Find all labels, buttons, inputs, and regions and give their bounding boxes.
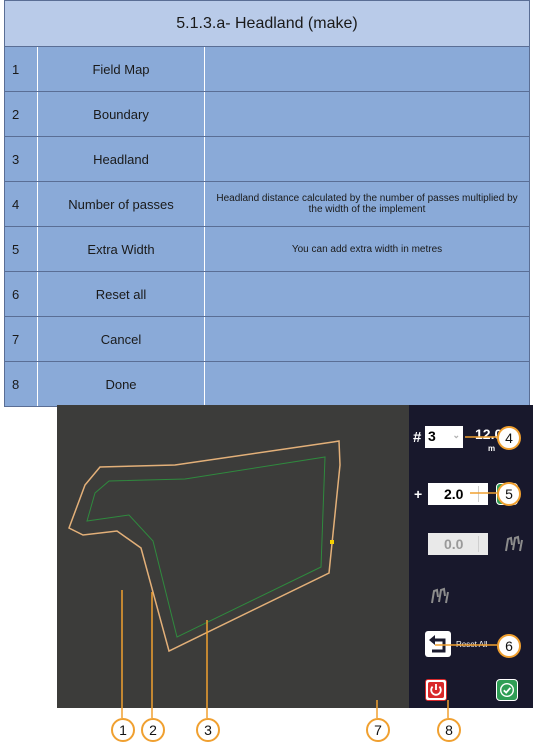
secondary-width-value: 0.0 [444,536,464,552]
callout-5: 5 [497,482,521,506]
table-title: 5.1.3.a- Headland (make) [4,0,530,47]
headland-control-panel: # 3 ⌄ 12.00 m + 2.0 0.0 Reset All [409,405,533,708]
passes-symbol: # [413,429,422,446]
row-description [204,46,530,92]
callout-4: 4 [497,426,521,450]
headland-screen: # 3 ⌄ 12.00 m + 2.0 0.0 Reset All [57,405,533,708]
row-name: Extra Width [37,226,205,272]
row-number: 2 [4,91,38,137]
callout-2: 2 [141,718,165,742]
row-number: 3 [4,136,38,182]
table-row: 5 Extra Width You can add extra width in… [4,226,530,272]
row-name: Cancel [37,316,205,362]
row-name: Headland [37,136,205,182]
callout-6: 6 [497,634,521,658]
field-map[interactable] [57,405,409,708]
row-description [204,361,530,407]
check-icon [500,683,514,697]
row-name: Boundary [37,91,205,137]
undo-icon [429,635,446,653]
table-row: 3 Headland [4,136,530,182]
reset-all-button[interactable] [425,631,451,657]
row-description [204,271,530,317]
distance-unit: m [488,444,496,453]
cancel-button[interactable] [425,679,447,701]
row-description [204,91,530,137]
callout-8: 8 [437,718,461,742]
row-number: 5 [4,226,38,272]
row-name: Reset all [37,271,205,317]
table-row: 4 Number of passes Headland distance cal… [4,181,530,227]
table-row: 1 Field Map [4,46,530,92]
table-row: 8 Done [4,361,530,407]
row-number: 8 [4,361,38,407]
secondary-width-input[interactable]: 0.0 [428,533,488,555]
callout-7: 7 [366,718,390,742]
boundary-line [68,440,341,653]
row-description [204,316,530,362]
chevron-down-icon: ⌄ [452,430,460,440]
power-icon [428,682,444,698]
row-description: Headland distance calculated by the numb… [204,181,530,227]
headland-line [86,456,326,638]
table-row: 6 Reset all [4,271,530,317]
stepper[interactable] [478,486,483,502]
row-description [204,136,530,182]
row-number: 1 [4,46,38,92]
row-name: Field Map [37,46,205,92]
extra-width-symbol: + [414,486,423,502]
headland-reference-table: 5.1.3.a- Headland (make) 1 Field Map 2 B… [4,0,530,407]
row-description: You can add extra width in metres [204,226,530,272]
row-name: Done [37,361,205,407]
callout-3: 3 [196,718,220,742]
hands-icon[interactable] [503,533,525,555]
passes-value: 3 [428,428,436,444]
hands-icon[interactable] [429,585,451,607]
reset-all-label: Reset All [456,640,488,649]
callout-1: 1 [111,718,135,742]
row-number: 4 [4,181,38,227]
done-button[interactable] [496,679,518,701]
table-row: 2 Boundary [4,91,530,137]
stepper[interactable] [478,536,483,552]
boundary-marker [330,540,334,544]
row-number: 7 [4,316,38,362]
passes-input[interactable]: 3 ⌄ [425,426,463,448]
table-row: 7 Cancel [4,316,530,362]
row-name: Number of passes [37,181,205,227]
extra-width-value: 2.0 [444,486,464,502]
row-number: 6 [4,271,38,317]
extra-width-input[interactable]: 2.0 [428,483,488,505]
